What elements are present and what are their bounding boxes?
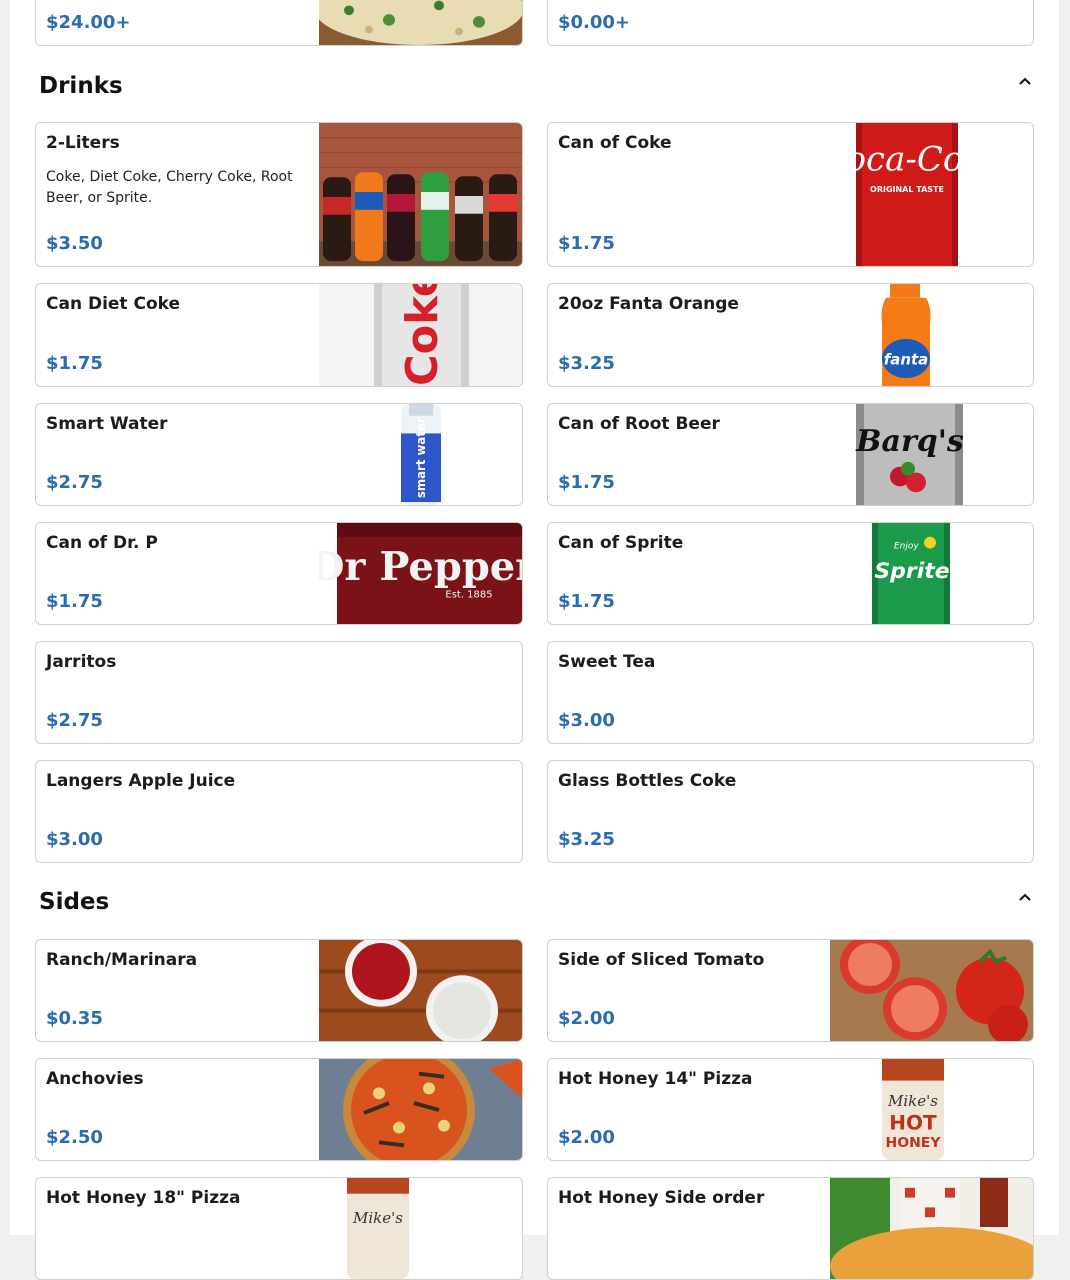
pizza-image <box>319 0 522 45</box>
item-name: Sweet Tea <box>558 652 656 672</box>
item-price: $24.00+ <box>46 12 131 33</box>
item-price: $3.00 <box>46 829 103 850</box>
menu-item-card[interactable]: Hot Honey 14" Pizza $2.00 Mike's HOT HON… <box>547 1058 1034 1161</box>
item-price: $3.00 <box>558 710 615 731</box>
item-price: $1.75 <box>558 233 615 254</box>
diet-coke-text: Coke <box>398 284 448 386</box>
menu-item-card[interactable]: Can of Coke $1.75 Coca-Cola ORIGINAL TAS… <box>547 122 1034 267</box>
svg-text:HONEY: HONEY <box>885 1135 941 1151</box>
item-price: $3.25 <box>558 353 615 374</box>
svg-text:Enjoy: Enjoy <box>894 542 919 552</box>
hot-honey-bottle-image: Mike's HOT HONEY <box>830 1059 983 1160</box>
item-name: Side of Sliced Tomato <box>558 950 765 970</box>
fanta-bottle-image: fanta <box>830 284 983 386</box>
item-name: Langers Apple Juice <box>46 771 236 791</box>
item-name: Can of Root Beer <box>558 414 720 434</box>
svg-text:ORIGINAL TASTE: ORIGINAL TASTE <box>870 185 944 194</box>
chevron-up-icon[interactable] <box>1013 69 1037 93</box>
dr-pepper-can-image: Dr Pepper Est. 1885 <box>319 523 522 624</box>
item-name: Can of Coke <box>558 133 672 153</box>
item-price: $2.75 <box>46 710 103 731</box>
svg-text:HOT: HOT <box>889 1112 937 1135</box>
section-title-sides: Sides <box>39 889 110 915</box>
item-price: $3.50 <box>46 233 103 254</box>
svg-text:Mike's: Mike's <box>887 1092 938 1110</box>
item-name: Can Diet Coke <box>46 294 181 314</box>
anchovies-pizza-image <box>319 1059 522 1160</box>
menu-item-card[interactable]: Hot Honey Side order <box>547 1177 1034 1280</box>
svg-text:Dr Pepper: Dr Pepper <box>319 544 522 590</box>
menu-item-card[interactable]: Langers Apple Juice $3.00 <box>35 760 523 863</box>
menu-item-card[interactable]: Sweet Tea $3.00 <box>547 641 1034 744</box>
menu-item-card[interactable]: 2-Liters Coke, Diet Coke, Cherry Coke, R… <box>35 122 523 267</box>
item-name: Anchovies <box>46 1069 144 1089</box>
svg-text:Barq's: Barq's <box>855 424 964 459</box>
hot-honey-side-image <box>830 1178 1033 1279</box>
item-name: Smart Water <box>46 414 168 434</box>
menu-item-card[interactable]: $24.00+ <box>35 0 523 46</box>
smart-water-bottle-image: smart water <box>319 404 522 505</box>
sliced-tomato-image <box>830 940 1033 1041</box>
menu-page: $24.00+ $0.00+ Drinks 2-Liters Coke, Die… <box>10 0 1059 1280</box>
menu-item-card[interactable]: Smart Water $2.75 smart water <box>35 403 523 506</box>
svg-text:Est. 1885: Est. 1885 <box>445 590 492 601</box>
item-price: $1.75 <box>558 472 615 493</box>
item-name: 2-Liters <box>46 133 120 153</box>
menu-item-card[interactable]: Glass Bottles Coke $3.25 <box>547 760 1034 863</box>
menu-item-card[interactable]: Ranch/Marinara $0.35 <box>35 939 523 1042</box>
coke-logo-text: Coca-Cola <box>830 140 983 179</box>
item-name: Can of Dr. P <box>46 533 158 553</box>
menu-item-card[interactable]: Can of Sprite $1.75 Enjoy Sprite <box>547 522 1034 625</box>
diet-coke-can-image: Coke <box>319 284 522 386</box>
item-name: Hot Honey Side order <box>558 1188 765 1208</box>
menu-item-card[interactable]: Jarritos $2.75 <box>35 641 523 744</box>
menu-item-card[interactable]: Anchovies $2.50 <box>35 1058 523 1161</box>
menu-item-card[interactable]: Can of Root Beer $1.75 Barq's <box>547 403 1034 506</box>
item-price: $0.00+ <box>558 12 631 33</box>
item-price: $2.00 <box>558 1008 615 1029</box>
item-name: Jarritos <box>46 652 117 672</box>
item-price: $2.75 <box>46 472 103 493</box>
menu-item-card[interactable]: Can Diet Coke $1.75 Coke <box>35 283 523 387</box>
item-price: $1.75 <box>558 591 615 612</box>
item-price: $1.75 <box>46 591 103 612</box>
section-title-drinks: Drinks <box>39 73 123 99</box>
item-name: Hot Honey 18" Pizza <box>46 1188 241 1208</box>
two-liter-bottles-image <box>319 123 522 266</box>
hot-honey-bottle-image: Mike's <box>319 1178 472 1279</box>
svg-text:Sprite: Sprite <box>874 559 949 584</box>
item-price: $3.25 <box>558 829 615 850</box>
svg-text:fanta: fanta <box>884 351 929 369</box>
svg-text:Mike's: Mike's <box>352 1209 403 1227</box>
ranch-marinara-cups-image <box>319 940 522 1041</box>
barqs-can-image: Barq's <box>830 404 983 505</box>
item-name: Ranch/Marinara <box>46 950 198 970</box>
item-name: Can of Sprite <box>558 533 684 553</box>
item-price: $2.50 <box>46 1127 103 1148</box>
item-price: $2.00 <box>558 1127 615 1148</box>
item-name: 20oz Fanta Orange <box>558 294 739 314</box>
item-price: $1.75 <box>46 353 103 374</box>
menu-item-card[interactable]: $0.00+ <box>547 0 1034 46</box>
item-price: $0.35 <box>46 1008 103 1029</box>
menu-item-card[interactable]: Can of Dr. P $1.75 Dr Pepper Est. 1885 <box>35 522 523 625</box>
menu-item-card[interactable]: Hot Honey 18" Pizza Mike's <box>35 1177 523 1280</box>
item-name: Hot Honey 14" Pizza <box>558 1069 753 1089</box>
svg-text:smart water: smart water <box>414 417 428 498</box>
menu-item-card[interactable]: 20oz Fanta Orange $3.25 fanta <box>547 283 1034 387</box>
sprite-can-image: Enjoy Sprite <box>830 523 983 624</box>
item-description: Coke, Diet Coke, Cherry Coke, Root Beer,… <box>46 169 293 206</box>
coke-can-image: Coca-Cola ORIGINAL TASTE <box>830 123 983 266</box>
item-name: Glass Bottles Coke <box>558 771 737 791</box>
chevron-up-icon[interactable] <box>1013 885 1037 909</box>
menu-item-card[interactable]: Side of Sliced Tomato $2.00 <box>547 939 1034 1042</box>
